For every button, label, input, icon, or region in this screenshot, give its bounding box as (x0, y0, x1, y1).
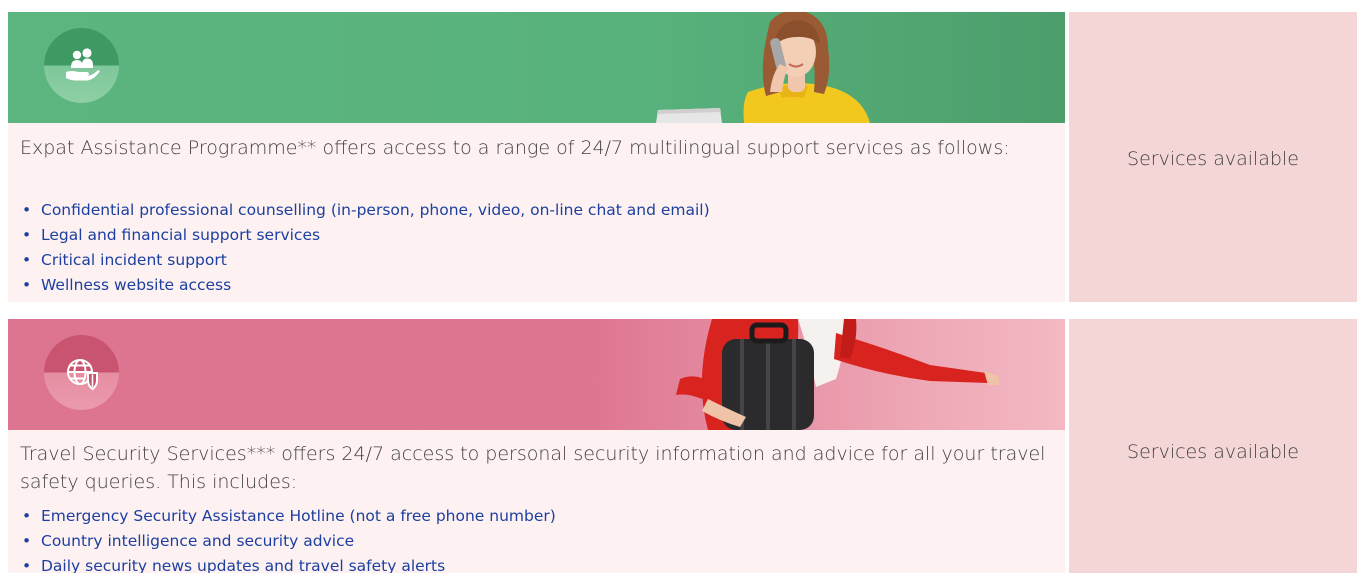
travel-security-description: Travel Security Services*** offers 24/7 … (20, 443, 1046, 493)
woman-on-phone-illustration (656, 12, 870, 123)
expat-assistance-cell: Expat Assistance Programme** offers acce… (8, 12, 1065, 302)
expat-assistance-status-cell: Services available (1069, 12, 1357, 302)
list-item: Emergency Security Assistance Hotline (n… (20, 504, 556, 529)
list-item: Daily security news updates and travel s… (20, 554, 556, 573)
travel-security-cell: Travel Security Services*** offers 24/7 … (8, 319, 1065, 573)
traveler-with-suitcase-illustration (676, 319, 1000, 430)
list-item: Legal and financial support services (20, 223, 710, 248)
expat-assistance-service-list: Confidential professional counselling (i… (20, 198, 710, 298)
expat-assistance-row: Expat Assistance Programme** offers acce… (0, 12, 1357, 302)
list-item: Country intelligence and security advice (20, 529, 556, 554)
list-item: Critical incident support (20, 248, 710, 273)
travel-security-status: Services available (1127, 441, 1299, 463)
expat-assistance-status: Services available (1127, 148, 1299, 170)
list-item: Wellness website access (20, 273, 710, 298)
expat-assistance-description: Expat Assistance Programme** offers acce… (20, 137, 1010, 159)
travel-security-service-list: Emergency Security Assistance Hotline (n… (20, 504, 556, 573)
expat-assistance-banner (8, 12, 1065, 123)
list-item: Confidential professional counselling (i… (20, 198, 710, 223)
travel-security-status-cell: Services available (1069, 319, 1357, 573)
travel-security-row: Travel Security Services*** offers 24/7 … (0, 319, 1357, 573)
hands-holding-people-icon (44, 28, 119, 103)
globe-shield-icon (44, 335, 119, 410)
travel-security-banner (8, 319, 1065, 430)
